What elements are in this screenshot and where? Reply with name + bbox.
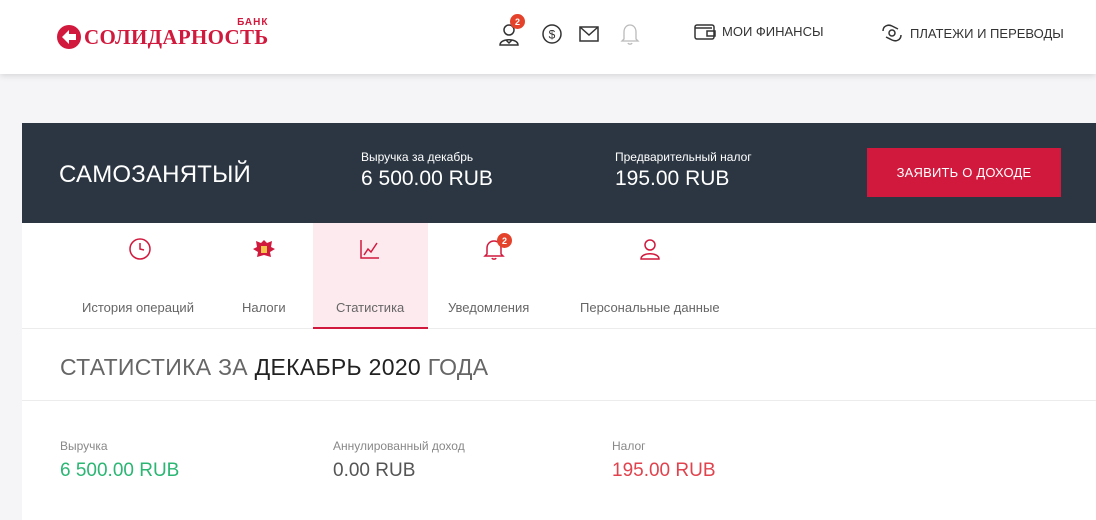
tax-summary: Предварительный налог 195.00 RUB xyxy=(615,150,752,191)
clock-icon xyxy=(129,238,151,260)
bank-logo[interactable]: БАНК СОЛИДАРНОСТЬ xyxy=(56,10,268,50)
profile-button[interactable]: 2 xyxy=(496,14,525,48)
metric-tax-value: 195.00 RUB xyxy=(612,460,716,481)
currency-button[interactable]: $ xyxy=(538,20,566,48)
metric-cancelled-income: Аннулированный доход 0.00 RUB xyxy=(333,439,465,482)
tab-taxes[interactable]: Налоги xyxy=(228,223,300,329)
tax-value: 195.00 RUB xyxy=(615,167,730,190)
tab-statistics[interactable]: Статистика xyxy=(313,223,428,329)
mail-button[interactable] xyxy=(575,20,603,48)
revenue-summary: Выручка за декабрь 6 500.00 RUB xyxy=(361,150,493,191)
bell-button[interactable] xyxy=(616,20,644,48)
notifications-badge: 2 xyxy=(497,233,512,248)
my-finances-label: МОИ ФИНАНСЫ xyxy=(722,23,824,39)
tab-personal-data[interactable]: Персональные данные xyxy=(572,223,737,329)
payments-label: ПЛАТЕЖИ И ПЕРЕВОДЫ xyxy=(910,25,1064,41)
wallet-icon xyxy=(694,24,716,40)
section-divider xyxy=(22,400,1096,401)
tab-history-label: История операций xyxy=(82,300,194,315)
statistics-title-period: ДЕКАБРЬ 2020 xyxy=(254,354,421,380)
tab-history[interactable]: История операций xyxy=(62,223,212,329)
person-icon xyxy=(640,239,660,260)
revenue-value: 6 500.00 RUB xyxy=(361,167,493,190)
metric-revenue-value: 6 500.00 RUB xyxy=(60,460,180,481)
statistics-title-suffix: ГОДА xyxy=(427,354,489,380)
metric-tax-label: Налог xyxy=(612,439,646,453)
profile-badge: 2 xyxy=(510,14,525,29)
tab-taxes-label: Налоги xyxy=(242,300,286,315)
metric-revenue-label: Выручка xyxy=(60,439,108,453)
logo-mark-icon xyxy=(56,24,82,50)
metric-revenue: Выручка 6 500.00 RUB xyxy=(60,439,179,482)
my-finances-link[interactable]: МОИ ФИНАНСЫ xyxy=(694,22,823,40)
logo-bank-label: БАНК xyxy=(237,17,269,28)
payments-link[interactable]: ПЛАТЕЖИ И ПЕРЕВОДЫ xyxy=(880,22,1064,44)
mail-icon xyxy=(579,26,599,42)
dollar-icon: $ xyxy=(542,24,562,44)
statistics-title: СТАТИСТИКА ЗА ДЕКАБРЬ 2020 ГОДА xyxy=(60,354,488,381)
tab-notifications[interactable]: 2 Уведомления xyxy=(442,223,562,329)
self-employed-banner: САМОЗАНЯТЫЙ Выручка за декабрь 6 500.00 … xyxy=(22,123,1096,223)
tab-personal-data-label: Персональные данные xyxy=(580,300,720,315)
svg-text:$: $ xyxy=(549,28,556,42)
tab-bar: История операций Налоги Статистика 2 Уве… xyxy=(22,223,1096,329)
metric-cancelled-income-label: Аннулированный доход xyxy=(333,439,465,453)
chart-icon xyxy=(360,240,379,259)
metric-cancelled-income-value: 0.00 RUB xyxy=(333,460,416,481)
metric-tax: Налог 195.00 RUB xyxy=(612,439,716,482)
tab-statistics-label: Статистика xyxy=(336,300,405,315)
banner-title: САМОЗАНЯТЫЙ xyxy=(59,161,251,188)
tax-label: Предварительный налог xyxy=(615,150,752,164)
declare-income-button[interactable]: ЗАЯВИТЬ О ДОХОДЕ xyxy=(867,148,1061,197)
revenue-label: Выручка за декабрь xyxy=(361,150,474,164)
top-header: БАНК СОЛИДАРНОСТЬ 2 $ МОИ ФИНАНСЫ ПЛАТЕЖ… xyxy=(0,0,1096,74)
statistics-title-prefix: СТАТИСТИКА ЗА xyxy=(60,354,248,380)
emblem-icon xyxy=(253,240,275,257)
content-panel: История операций Налоги Статистика 2 Уве… xyxy=(22,223,1096,520)
bell-icon xyxy=(620,24,640,45)
transfer-icon xyxy=(882,24,902,42)
tab-notifications-label: Уведомления xyxy=(448,300,530,315)
